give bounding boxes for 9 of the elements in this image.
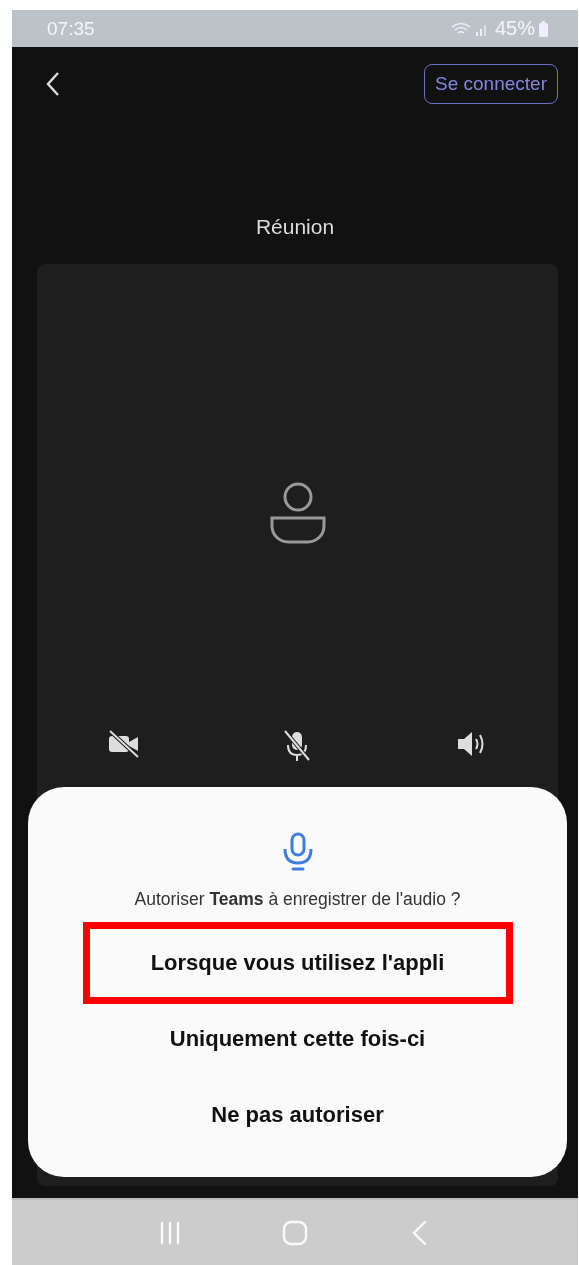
person-icon — [268, 482, 327, 544]
wifi-icon — [450, 21, 471, 36]
meeting-title: Réunion — [254, 215, 336, 239]
permission-question: Autoriser Teams à enregistrer de l'audio ? — [134, 889, 461, 910]
battery-icon — [539, 20, 548, 37]
permission-option[interactable]: Lorsque vous utilisez l'appli — [82, 922, 513, 1004]
battery-percentage: 45% — [494, 17, 535, 40]
sign-in-button[interactable]: Se connecter — [424, 63, 558, 104]
status-time: 07:35 — [47, 17, 95, 40]
